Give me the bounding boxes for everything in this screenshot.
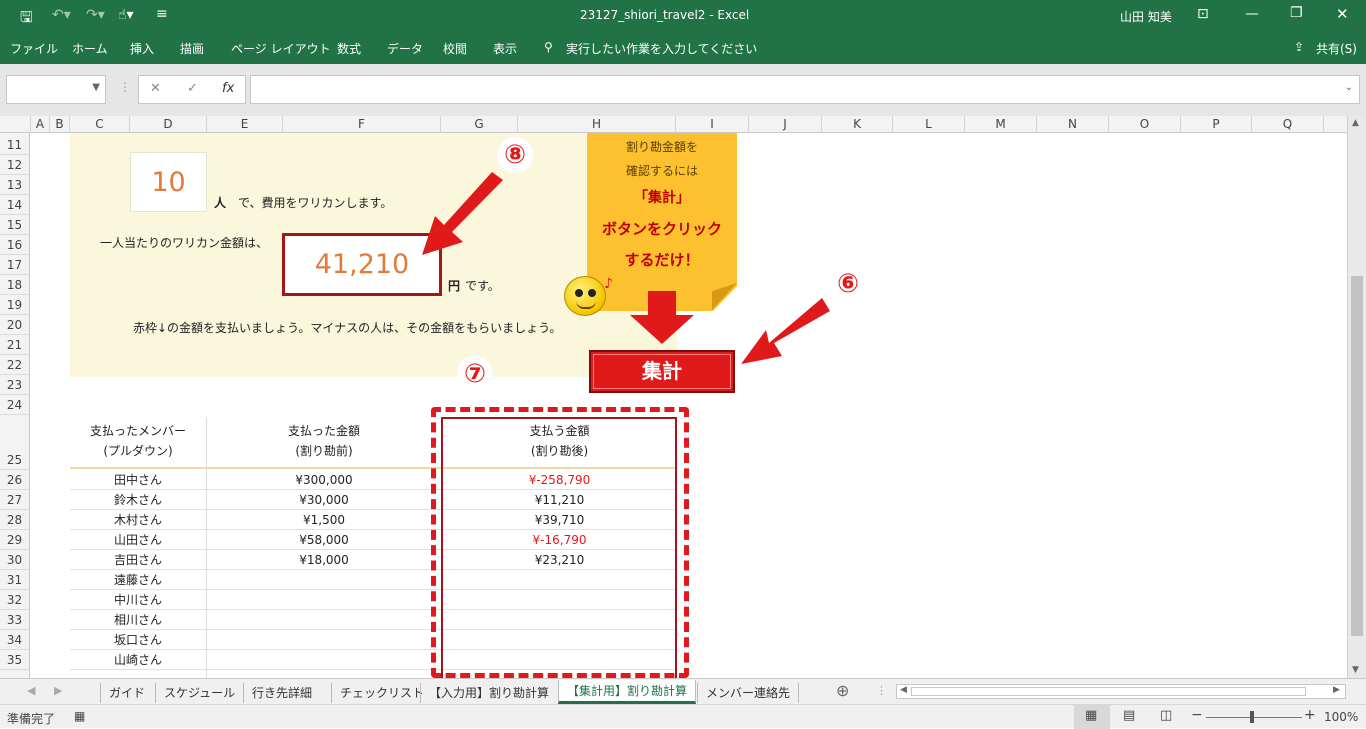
header-member-line2: (プルダウン) — [103, 444, 173, 458]
macro-record-icon[interactable]: ▦ — [74, 709, 85, 723]
arrow-eight-icon — [422, 172, 503, 255]
paid-amount-cell[interactable]: ¥300,000 — [207, 470, 441, 490]
vertical-scrollbar[interactable]: ▲ ▼ — [1347, 116, 1366, 678]
scroll-up-icon[interactable]: ▲ — [1352, 118, 1359, 128]
zoom-slider-thumb[interactable] — [1250, 711, 1254, 723]
column-divider — [206, 469, 207, 678]
next-sheet-icon[interactable]: ▶ — [54, 684, 62, 697]
sheet-tab-checklist[interactable]: チェックリスト — [331, 683, 432, 703]
paid-amount-cell[interactable]: ¥18,000 — [207, 550, 441, 570]
header-paid-line2: (割り勘前) — [295, 444, 353, 458]
prev-sheet-icon[interactable]: ◀ — [27, 684, 35, 697]
member-name-cell[interactable]: 遠藤さん — [70, 570, 206, 590]
splitter-dots: ⋮ — [876, 684, 887, 697]
sheet-tab-schedule[interactable]: スケジュール — [155, 683, 243, 703]
paid-amount-cell[interactable] — [207, 650, 441, 670]
sheet-tab-contacts[interactable]: メンバー連絡先 — [697, 683, 800, 703]
member-name-cell[interactable]: 吉田さん — [70, 550, 206, 570]
member-name-cell[interactable]: 木村さん — [70, 510, 206, 530]
sheet-tab-bar: ◀ ▶ ガイド スケジュール 行き先詳細 チェックリスト 【入力用】割り勘計算 … — [0, 678, 1366, 704]
sheet-tab-destination[interactable]: 行き先詳細 — [243, 683, 320, 703]
member-name-cell[interactable]: 相川さん — [70, 610, 206, 630]
callout-six: ⑥ — [830, 266, 866, 302]
normal-view-icon[interactable]: ▦ — [1074, 705, 1110, 729]
member-name-cell[interactable]: 山崎さん — [70, 650, 206, 670]
result-highlight-dashed — [431, 407, 689, 678]
header-member-line1: 支払ったメンバー — [89, 424, 186, 438]
paid-amount-cell[interactable]: ¥58,000 — [207, 530, 441, 550]
header-paid-line1: 支払った金額 — [287, 424, 360, 438]
arrow-six-icon — [741, 298, 830, 364]
scroll-thumb[interactable] — [1351, 276, 1363, 636]
scroll-right-icon[interactable]: ▶ — [1333, 685, 1340, 695]
horizontal-scrollbar[interactable]: ◀ ▶ — [896, 684, 1346, 699]
hscroll-thumb[interactable] — [911, 687, 1306, 696]
status-bar: 準備完了 ▦ ▦ ▤ ◫ − + 100% — [0, 704, 1366, 729]
page-break-view-icon[interactable]: ◫ — [1160, 708, 1172, 723]
member-name-cell[interactable]: 田中さん — [70, 470, 206, 490]
paid-amount-cell[interactable] — [207, 590, 441, 610]
zoom-level[interactable]: 100% — [1324, 710, 1358, 724]
member-name-cell[interactable]: 山田さん — [70, 530, 206, 550]
paid-amount-cell[interactable] — [207, 630, 441, 650]
page-layout-view-icon[interactable]: ▤ — [1123, 708, 1135, 723]
paid-amount-cell[interactable] — [207, 570, 441, 590]
add-sheet-icon[interactable]: ⊕ — [836, 681, 849, 700]
scroll-left-icon[interactable]: ◀ — [900, 685, 907, 695]
sheet-tab-summary-split[interactable]: 【集計用】割り勘計算 — [558, 680, 697, 704]
status-ready: 準備完了 — [7, 712, 56, 726]
zoom-out-icon[interactable]: − — [1191, 707, 1203, 723]
scroll-down-icon[interactable]: ▼ — [1352, 665, 1359, 675]
member-name-cell[interactable]: 中川さん — [70, 590, 206, 610]
paid-amount-cell[interactable]: ¥1,500 — [207, 510, 441, 530]
sheet-tab-guide[interactable]: ガイド — [100, 683, 153, 703]
callout-seven: ⑦ — [457, 356, 493, 392]
paid-amount-cell[interactable] — [207, 610, 441, 630]
zoom-in-icon[interactable]: + — [1304, 707, 1316, 723]
callout-eight: ⑧ — [497, 137, 533, 173]
member-name-cell[interactable]: 坂口さん — [70, 630, 206, 650]
zoom-slider[interactable] — [1206, 717, 1302, 718]
paid-amount-cell[interactable]: ¥30,000 — [207, 490, 441, 510]
sheet-tab-input-split[interactable]: 【入力用】割り勘計算 — [420, 683, 557, 703]
member-name-cell[interactable]: 鈴木さん — [70, 490, 206, 510]
